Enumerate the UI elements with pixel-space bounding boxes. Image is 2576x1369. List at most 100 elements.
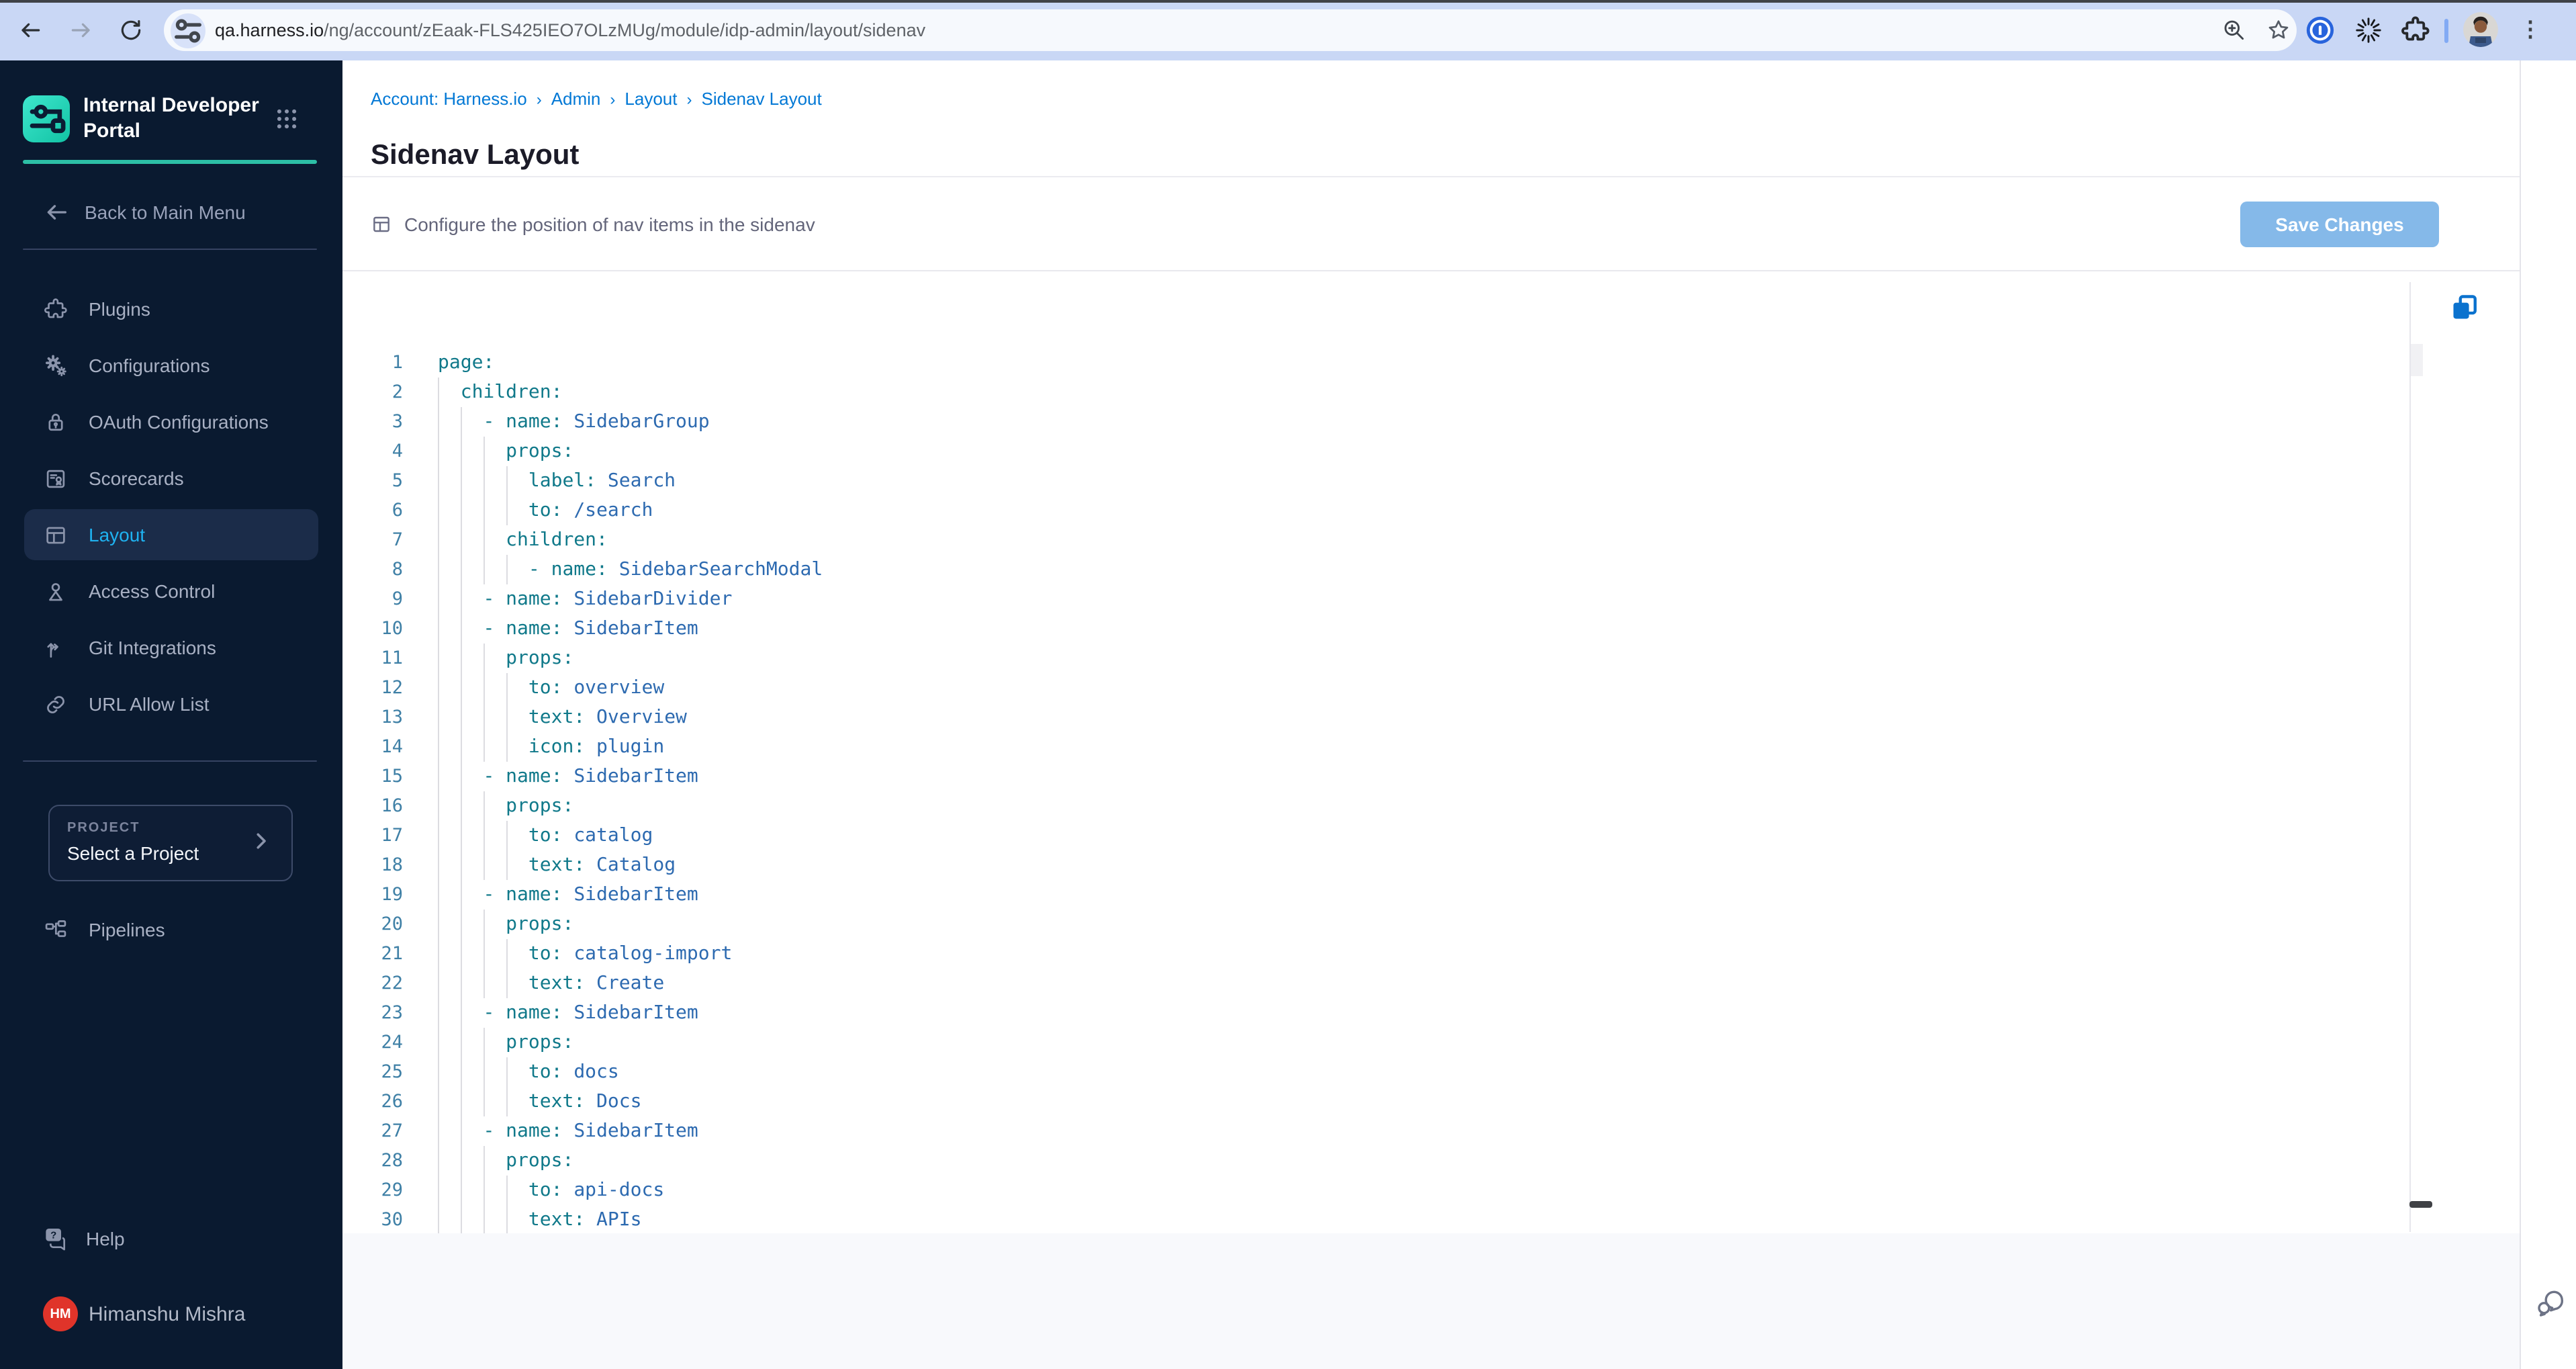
code-line[interactable]: 15 - name: SidebarItem [342, 762, 2397, 791]
sidebar-item-configurations[interactable]: Configurations [24, 340, 318, 391]
sidebar-item-git-integrations[interactable]: Git Integrations [24, 622, 318, 673]
code-line[interactable]: 10 - name: SidebarItem [342, 614, 2397, 644]
browser-profile-avatar[interactable] [2463, 12, 2498, 47]
sidebar-item-access-control[interactable]: Access Control [24, 566, 318, 617]
code-line[interactable]: 17 to: catalog [342, 821, 2397, 850]
save-changes-button[interactable]: Save Changes [2240, 202, 2439, 247]
yaml-editor[interactable]: 1 page: 2 children: 3 - name: SidebarGroup 4… [342, 271, 2520, 1233]
back-to-main-menu[interactable]: Back to Main Menu [43, 195, 246, 230]
line-number: 14 [381, 736, 403, 758]
code-line[interactable]: 19 - name: SidebarItem [342, 880, 2397, 910]
bookmark-star-icon[interactable] [2266, 17, 2291, 43]
module-grid-icon[interactable] [274, 106, 300, 132]
project-value: Select a Project [67, 842, 199, 864]
browser-forward-icon[interactable] [68, 17, 94, 43]
yaml-key: text: [528, 854, 586, 876]
code-line[interactable]: 2 children: [342, 378, 2397, 407]
indent-guide [506, 466, 508, 496]
code-line[interactable]: 18 text: Catalog [342, 850, 2397, 880]
url-host: qa.harness.io [215, 20, 324, 40]
address-bar[interactable]: qa.harness.io/ng/account/zEaak-FLS425IEO… [164, 9, 2297, 51]
sidebar-item-scorecards[interactable]: Scorecards [24, 453, 318, 504]
code-line[interactable]: 20 props: [342, 910, 2397, 939]
config-description: Configure the position of nav items in t… [404, 213, 815, 234]
line-number: 11 [381, 648, 403, 669]
indent-guide [506, 555, 508, 584]
editor-scrollbar-thumb[interactable] [2411, 344, 2423, 376]
support-chat-icon[interactable] [2534, 1287, 2568, 1321]
breadcrumb-separator: › [686, 89, 692, 108]
code-line[interactable]: 30 text: APIs [342, 1205, 2397, 1233]
spinner-extension-icon[interactable] [2353, 15, 2384, 46]
extensions-puzzle-icon[interactable] [2400, 15, 2431, 46]
code-line[interactable]: 26 text: Docs [342, 1087, 2397, 1116]
code-line[interactable]: 5 label: Search [342, 466, 2397, 496]
code-line[interactable]: 12 to: overview [342, 673, 2397, 703]
project-selector[interactable]: PROJECT Select a Project [48, 805, 293, 881]
line-number: 19 [381, 884, 403, 906]
code-line[interactable]: 9 - name: SidebarDivider [342, 584, 2397, 614]
sidebar-item-plugins[interactable]: Plugins [24, 283, 318, 335]
code-line[interactable]: 29 to: api-docs [342, 1176, 2397, 1205]
code-line[interactable]: 6 to: /search [342, 496, 2397, 525]
yaml-value: overview [562, 677, 665, 699]
help-button[interactable]: ? Help [43, 1224, 125, 1253]
yaml-value: Overview [585, 707, 687, 728]
code-line[interactable]: 27 - name: SidebarItem [342, 1116, 2397, 1146]
idp-logo[interactable] [23, 95, 70, 142]
footer-strip [342, 1233, 2520, 1369]
indent-guide [438, 703, 439, 732]
browser-back-icon[interactable] [17, 17, 43, 43]
site-settings-icon[interactable] [171, 13, 205, 48]
indent-guide [506, 703, 508, 732]
yaml-key: text: [528, 973, 586, 994]
line-number: 29 [381, 1180, 403, 1201]
code-line[interactable]: 22 text: Create [342, 969, 2397, 998]
code-line[interactable]: 24 props: [342, 1028, 2397, 1057]
code-line[interactable]: 7 children: [342, 525, 2397, 555]
sidebar-item-layout[interactable]: Layout [24, 509, 318, 560]
indent-guide [438, 407, 439, 437]
sidebar-item-url-allow-list[interactable]: URL Allow List [24, 678, 318, 730]
indent-guide [438, 732, 439, 762]
code-line[interactable]: 3 - name: SidebarGroup [342, 407, 2397, 437]
indent-guide [460, 614, 462, 644]
yaml-key: to: [528, 943, 563, 965]
code-line[interactable]: 25 to: docs [342, 1057, 2397, 1087]
code-line[interactable]: 13 text: Overview [342, 703, 2397, 732]
breadcrumb-link[interactable]: Account: Harness.io [371, 89, 527, 109]
url-text[interactable]: qa.harness.io/ng/account/zEaak-FLS425IEO… [215, 9, 925, 51]
sidebar-item-pipelines[interactable]: Pipelines [24, 904, 318, 955]
code-area[interactable]: 1 page: 2 children: 3 - name: SidebarGroup 4… [342, 348, 2397, 1233]
browser-menu-icon[interactable]: ⋮ [2520, 15, 2541, 46]
breadcrumb-link[interactable]: Sidenav Layout [702, 89, 822, 109]
yaml-key: props: [506, 795, 574, 817]
editor-hscrollbar-thumb[interactable] [2409, 1201, 2432, 1208]
yaml-key: - name: [483, 884, 563, 906]
editor-scrollbar-track[interactable] [2409, 282, 2411, 1232]
sidebar-item-oauth-configurations[interactable]: OAuth Configurations [24, 396, 318, 447]
code-line[interactable]: 11 props: [342, 644, 2397, 673]
code-line[interactable]: 21 to: catalog-import [342, 939, 2397, 969]
code-line[interactable]: 16 props: [342, 791, 2397, 821]
password-manager-extension-icon[interactable] [2305, 15, 2336, 46]
yaml-value: SidebarItem [562, 884, 698, 906]
browser-reload-icon[interactable] [118, 17, 144, 43]
code-line[interactable]: 14 icon: plugin [342, 732, 2397, 762]
indent-guide [483, 821, 485, 850]
yaml-key: props: [506, 1150, 574, 1172]
code-line[interactable]: 1 page: [342, 348, 2397, 378]
yaml-key: text: [528, 1091, 586, 1112]
indent-guide [460, 762, 462, 791]
code-line[interactable]: 4 props: [342, 437, 2397, 466]
code-line[interactable]: 28 props: [342, 1146, 2397, 1176]
screen: qa.harness.io/ng/account/zEaak-FLS425IEO… [0, 0, 2576, 1369]
code-line[interactable]: 23 - name: SidebarItem [342, 998, 2397, 1028]
zoom-page-icon[interactable] [2221, 17, 2247, 43]
code-line[interactable]: 8 - name: SidebarSearchModal [342, 555, 2397, 584]
breadcrumb-link[interactable]: Admin [551, 89, 601, 109]
copy-icon[interactable] [2450, 293, 2479, 322]
breadcrumb-link[interactable]: Layout [625, 89, 677, 109]
indent-guide [438, 466, 439, 496]
user-menu[interactable]: HM Himanshu Mishra [43, 1296, 245, 1331]
